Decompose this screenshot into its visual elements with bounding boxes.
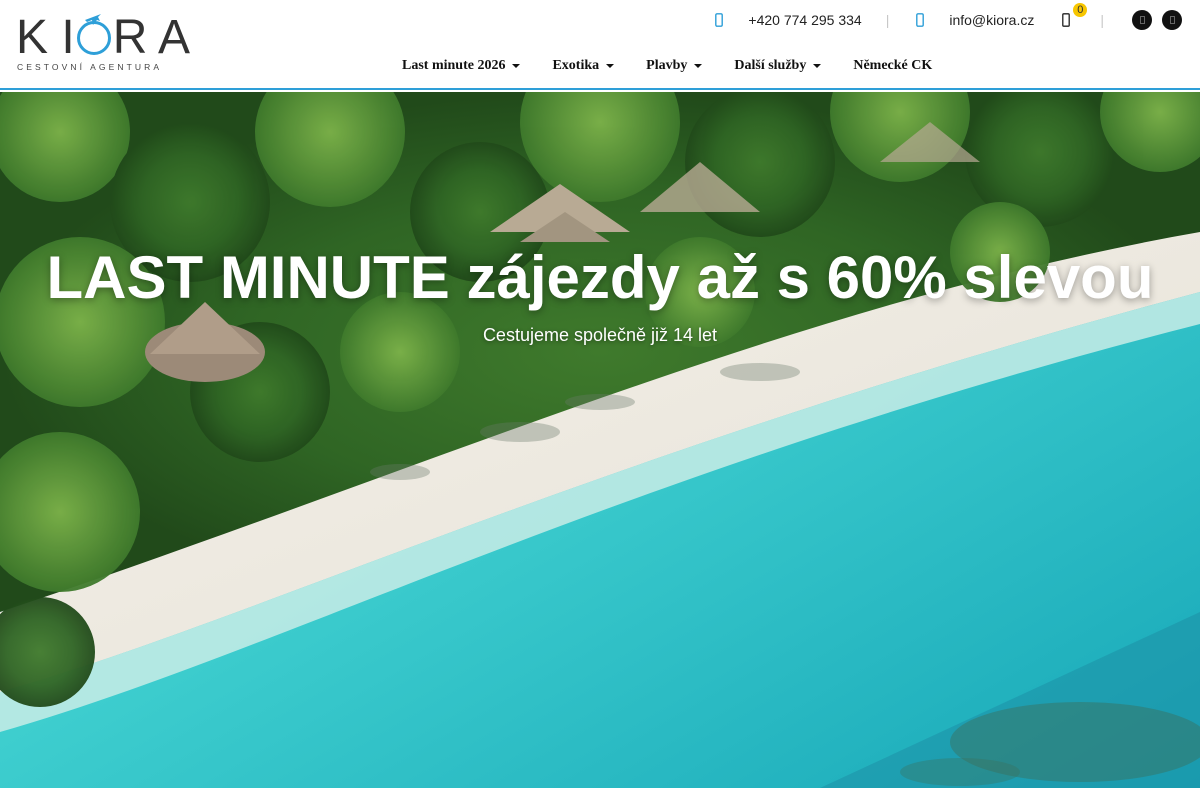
main-nav: Last minute 2026 Exotika Plavby Další sl… xyxy=(386,54,948,78)
nav-item-label: Německé CK xyxy=(853,58,933,73)
nav-item-label: Exotika xyxy=(552,58,600,73)
instagram-icon[interactable] xyxy=(1162,10,1182,30)
logo[interactable]: K IR A CESTOVNÍ AGENTURA xyxy=(16,12,190,74)
chevron-down-icon xyxy=(606,64,615,68)
site-header: K IR A CESTOVNÍ AGENTURA +420 774 295 33… xyxy=(0,0,1200,90)
nav-item-label: Další služby xyxy=(734,58,807,73)
logo-wordmark: K IR A xyxy=(16,11,191,64)
logo-subtitle: CESTOVNÍ AGENTURA xyxy=(17,62,163,72)
email-address: info@kiora.cz xyxy=(949,12,1035,28)
phone-number: +420 774 295 334 xyxy=(748,12,862,28)
cart-icon xyxy=(1062,13,1071,27)
cart-button[interactable]: 0 xyxy=(1060,3,1088,30)
airplane-icon xyxy=(85,14,101,25)
phone-link[interactable]: +420 774 295 334 xyxy=(712,12,862,28)
nav-item-plavby[interactable]: Plavby xyxy=(630,58,718,74)
hero-subtitle: Cestujeme společně již 14 let xyxy=(482,325,718,345)
contact-bar: +420 774 295 334 | info@kiora.cz 0 | xyxy=(712,3,1182,32)
phone-icon xyxy=(712,13,726,27)
nav-item-label: Last minute 2026 xyxy=(402,58,506,73)
hero-beach-image xyxy=(0,92,1200,788)
cart-count-badge: 0 xyxy=(1073,3,1088,17)
nav-item-dalsi-sluzby[interactable]: Další služby xyxy=(718,58,837,74)
facebook-icon[interactable] xyxy=(1132,10,1152,30)
separator: | xyxy=(885,12,890,28)
nav-item-nemecke-ck[interactable]: Německé CK xyxy=(837,58,948,74)
hero-banner: LAST MINUTE zájezdy až s 60% slevou Cest… xyxy=(0,92,1200,788)
nav-item-exotika[interactable]: Exotika xyxy=(536,58,630,74)
chevron-down-icon xyxy=(512,64,521,68)
envelope-icon xyxy=(913,13,927,27)
nav-item-label: Plavby xyxy=(646,58,688,73)
chevron-down-icon xyxy=(694,64,703,68)
hero-title: LAST MINUTE zájezdy až s 60% slevou xyxy=(46,244,1154,311)
page-bottom-strip xyxy=(0,788,1200,800)
nav-item-last-minute[interactable]: Last minute 2026 xyxy=(386,58,536,74)
email-link[interactable]: info@kiora.cz xyxy=(913,12,1034,28)
chevron-down-icon xyxy=(813,64,822,68)
separator: | xyxy=(1100,12,1104,28)
